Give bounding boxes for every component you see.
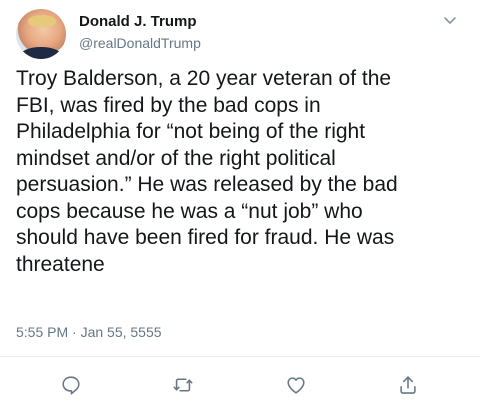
reply-icon — [62, 376, 80, 395]
avatar-suit — [20, 47, 62, 59]
tweet-card: Donald J. Trump @realDonaldTrump Troy Ba… — [0, 0, 480, 410]
avatar[interactable] — [16, 9, 66, 59]
share-button[interactable] — [394, 371, 422, 399]
like-button[interactable] — [282, 371, 310, 399]
avatar-hair — [28, 15, 56, 27]
share-icon — [400, 376, 416, 394]
tweet-text: Troy Balderson, a 20 year veteran of the… — [16, 67, 398, 276]
reply-button[interactable] — [57, 371, 85, 399]
author-handle[interactable]: @realDonaldTrump — [79, 35, 201, 51]
retweet-icon — [173, 378, 193, 392]
heart-icon — [287, 377, 305, 394]
divider — [0, 356, 480, 357]
chevron-down-icon[interactable] — [440, 10, 460, 30]
tweet-timestamp[interactable]: 5:55 PM · Jan 55, 5555 — [16, 324, 162, 340]
chevron-down-icon-graphic — [444, 17, 456, 24]
author-name[interactable]: Donald J. Trump — [79, 13, 197, 30]
retweet-button[interactable] — [169, 371, 197, 399]
